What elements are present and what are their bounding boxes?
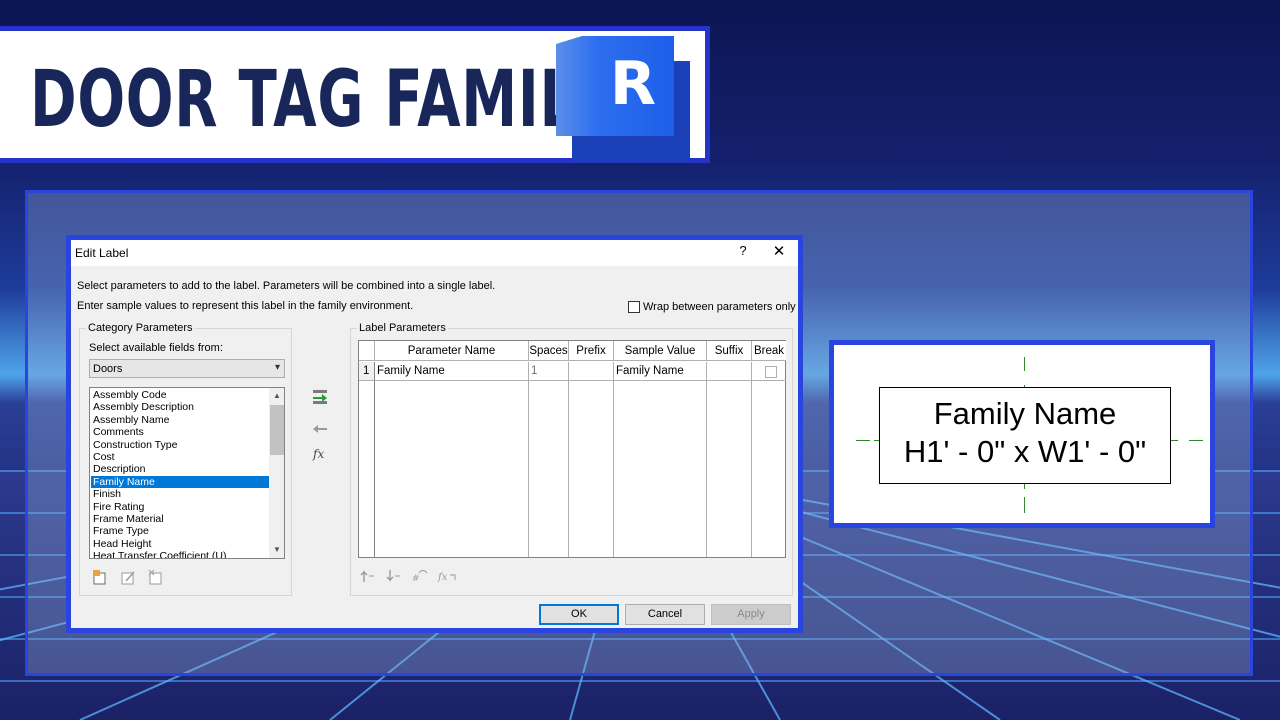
scroll-down-icon[interactable]: ▼ [269,542,284,558]
cell-spaces[interactable]: 1 [529,362,569,381]
wrap-between-parameters-option[interactable]: Wrap between parameters only [628,301,796,313]
wrap-checkbox-label: Wrap between parameters only [643,301,796,313]
new-parameter-icon[interactable] [91,568,109,586]
reference-plane-vertical-top [1024,357,1025,371]
column-header-suffix[interactable]: Suffix [707,341,752,361]
reference-plane-horizontal-right [1189,440,1203,441]
dialog-titlebar: Edit Label ? ✕ [71,240,798,266]
column-header-sample-value[interactable]: Sample Value [614,341,707,361]
column-divider [568,381,569,557]
close-icon[interactable]: ✕ [769,242,789,262]
svg-text:fx: fx [312,447,324,461]
apply-button[interactable]: Apply [711,604,791,625]
fields-list-scrollbar[interactable]: ▲ ▼ [269,388,284,558]
row-number-divider [374,381,375,557]
row-number: 1 [359,362,375,381]
cancel-button[interactable]: Cancel [625,604,705,625]
column-divider [528,381,529,557]
cell-parameter-name[interactable]: Family Name [375,362,529,381]
field-list-item[interactable]: Assembly Description [91,401,269,413]
instruction-text-2: Enter sample values to represent this la… [77,300,414,312]
wrap-checkbox[interactable] [628,301,640,313]
field-list-item[interactable]: Frame Material [91,513,269,525]
column-divider [751,381,752,557]
break-checkbox[interactable] [765,366,777,378]
field-list-item[interactable]: Finish [91,488,269,500]
select-fields-label: Select available fields from: [89,342,223,354]
delete-parameter-icon[interactable] [147,568,165,586]
remove-parameter-icon[interactable] [311,420,329,438]
tag-preview-card: Family Name H1' - 0" x W1' - 0" [829,340,1215,528]
edit-parameter-icon[interactable] [119,568,137,586]
column-header-parameter-name[interactable]: Parameter Name [375,341,529,361]
tag-family-name: Family Name [933,396,1117,431]
column-divider [706,381,707,557]
instruction-text-1: Select parameters to add to the label. P… [77,280,496,292]
cell-sample-value[interactable]: Family Name [614,362,707,381]
field-list-item[interactable]: Head Height [91,538,269,550]
edit-formula-icon[interactable]: fx [437,567,459,585]
field-list-item[interactable]: Comments [91,426,269,438]
logo-letter: R [609,49,657,119]
field-list-item-selected[interactable]: Family Name [91,475,269,489]
label-parameters-label: Label Parameters [357,322,448,334]
add-parameter-to-label-icon[interactable] [311,388,329,406]
dialog-title: Edit Label [75,246,129,260]
field-list-item[interactable]: Description [91,463,269,475]
column-header-spaces[interactable]: Spaces [529,341,569,361]
reference-plane-vertical-bottom [1024,497,1025,513]
title-banner: DOOR TAG FAMILY R [0,26,710,163]
field-list-item[interactable]: Cost [91,451,269,463]
cell-suffix[interactable] [707,362,752,381]
category-fields-list[interactable]: Assembly Code Assembly Description Assem… [89,387,285,559]
scroll-up-icon[interactable]: ▲ [269,388,284,404]
field-list-item[interactable]: Construction Type [91,439,269,451]
revit-logo-icon: R [556,36,696,163]
cell-prefix[interactable] [569,362,614,381]
numbering-icon[interactable]: # [411,567,429,585]
svg-text:#: # [412,574,420,584]
door-tag-label-box: Family Name H1' - 0" x W1' - 0" [879,387,1171,484]
row-number-header [359,341,375,361]
column-divider [613,381,614,557]
edit-label-dialog: Edit Label ? ✕ Select parameters to add … [66,235,803,633]
category-parameters-label: Category Parameters [86,322,195,334]
category-dropdown[interactable]: Doors ▾ [89,359,285,378]
category-dropdown-value: Doors [93,363,123,375]
reference-plane-horizontal-left [856,440,870,441]
tag-dimensions: H1' - 0" x W1' - 0" [903,434,1147,469]
help-icon[interactable]: ? [733,243,753,261]
move-up-icon[interactable] [358,567,376,585]
label-parameters-table[interactable]: Parameter Name Spaces Prefix Sample Valu… [358,340,786,558]
chevron-down-icon: ▾ [274,362,280,373]
ok-button[interactable]: OK [539,604,619,625]
column-header-prefix[interactable]: Prefix [569,341,614,361]
scrollbar-thumb[interactable] [270,405,284,455]
formula-fx-icon[interactable]: fx [311,444,329,462]
banner-title: DOOR TAG FAMILY [30,55,609,145]
svg-text:fx: fx [437,572,448,583]
field-list-item[interactable]: Assembly Code [91,389,269,401]
column-header-break[interactable]: Break [752,341,786,361]
field-list-item[interactable]: Assembly Name [91,414,269,426]
field-list-item[interactable]: Heat Transfer Coefficient (U) [91,550,269,558]
field-list-item[interactable]: Fire Rating [91,501,269,513]
field-list-item[interactable]: Frame Type [91,525,269,537]
move-down-icon[interactable] [384,567,402,585]
